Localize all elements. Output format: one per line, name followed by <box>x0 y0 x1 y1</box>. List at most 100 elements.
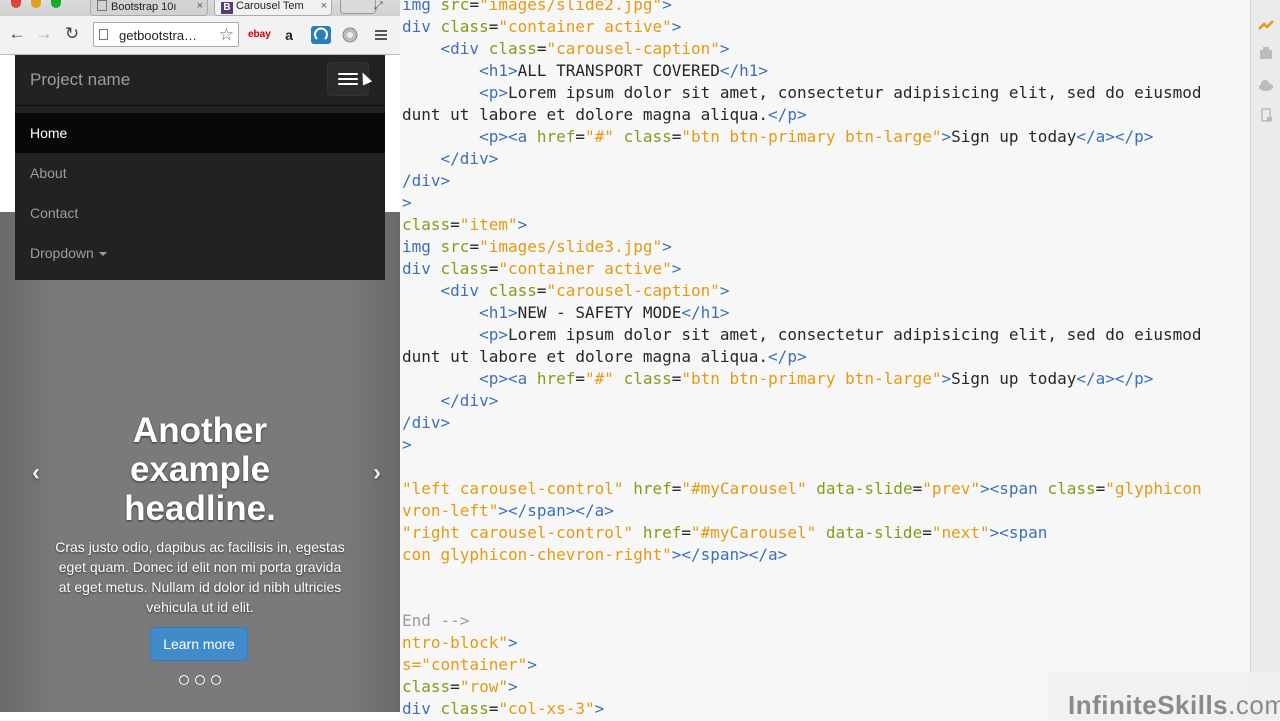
code-line[interactable]: div class="container active"> <box>402 258 1202 280</box>
fullscreen-icon[interactable]: ⤢ <box>374 0 383 13</box>
back-arrow-icon[interactable]: ← <box>5 22 29 46</box>
code-line[interactable]: <p>Lorem ipsum dolor sit amet, consectet… <box>402 324 1202 346</box>
code-line[interactable]: vron-left"></span></a> <box>402 500 1202 522</box>
code-line[interactable]: </div> <box>402 148 1202 170</box>
nav-item-home[interactable]: Home <box>15 113 385 153</box>
code-line[interactable]: con glyphicon-chevron-right"></span></a> <box>402 544 1202 566</box>
forward-arrow-icon[interactable]: → <box>32 22 56 46</box>
code-token: src <box>440 237 470 256</box>
carousel-indicator-dot[interactable] <box>195 675 205 685</box>
code-line[interactable]: /div> <box>402 170 1202 192</box>
code-line[interactable]: <div class="carousel-caption"> <box>402 38 1202 60</box>
code-token: "prev" <box>922 479 981 498</box>
code-line[interactable]: img src="images/slide3.jpg"> <box>402 236 1202 258</box>
code-line[interactable] <box>402 566 1202 588</box>
code-token: "#" <box>585 127 614 146</box>
code-token: class <box>402 677 451 696</box>
extension-icon[interactable] <box>311 26 331 44</box>
code-line[interactable]: > <box>402 192 1202 214</box>
code-line[interactable]: End --> <box>402 610 1202 632</box>
file-icon[interactable] <box>1258 108 1274 122</box>
carousel-indicator-dot[interactable] <box>179 675 189 685</box>
nav-item-contact[interactable]: Contact <box>15 193 385 233</box>
close-window-button[interactable] <box>11 0 21 8</box>
bootstrap-logo-icon: B <box>221 2 233 14</box>
bookmark-star-icon[interactable]: ☆ <box>219 25 234 45</box>
menu-icon[interactable] <box>372 26 390 44</box>
code-line[interactable]: <div class="carousel-caption"> <box>402 280 1202 302</box>
code-token: "#" <box>585 369 614 388</box>
code-line[interactable]: ntro-block"> <box>402 632 1202 654</box>
carousel-indicator-dot[interactable] <box>211 675 221 685</box>
code-token: href <box>536 369 576 388</box>
tab-bootstrap[interactable]: Bootstrap 10ı × <box>90 0 208 16</box>
zoom-window-button[interactable] <box>51 0 61 8</box>
extension-manager-icon[interactable] <box>1258 46 1274 60</box>
nav-item-dropdown[interactable]: Dropdown <box>15 233 385 273</box>
code-editor[interactable]: img src="images/slide2.jpg"> div class="c… <box>400 0 1250 720</box>
code-line[interactable]: <p><a href="#" class="btn btn-primary bt… <box>402 126 1202 148</box>
carousel-next-icon[interactable]: › <box>373 459 381 487</box>
ebay-extension-icon[interactable]: ebay <box>248 26 271 44</box>
code-line[interactable] <box>402 588 1202 610</box>
address-bar[interactable]: getbootstra… ☆ <box>93 22 239 47</box>
code-line[interactable]: /div> <box>402 412 1202 434</box>
cloud-icon[interactable] <box>1258 78 1274 92</box>
code-token: = <box>922 523 932 542</box>
nav-item-about[interactable]: About <box>15 153 385 193</box>
code-token: > <box>662 0 672 14</box>
code-line[interactable]: class="item"> <box>402 214 1202 236</box>
code-line[interactable]: dunt ut labore et dolore magna aliqua.</… <box>402 104 1202 126</box>
code-line[interactable]: "left carousel-control" href="#myCarouse… <box>402 478 1202 500</box>
page-viewport: Project name Home About Contact Dropdown… <box>0 55 400 720</box>
code-token: "container active" <box>498 17 672 36</box>
carousel-lead-text: Cras justo odio, dapibus ac facilisis in… <box>55 539 345 615</box>
code-line[interactable]: <p>Lorem ipsum dolor sit amet, consectet… <box>402 82 1202 104</box>
page-icon <box>97 0 107 11</box>
tab-carousel[interactable]: B Carousel Tem × <box>214 0 332 16</box>
code-token: "row" <box>459 677 508 696</box>
tab-label: Carousel Tem <box>236 0 304 12</box>
reload-icon[interactable]: ↻ <box>60 22 84 46</box>
code-token: <h1> <box>479 303 518 322</box>
code-line[interactable]: > <box>402 434 1202 456</box>
code-line[interactable]: <h1>ALL TRANSPORT COVERED</h1> <box>402 60 1202 82</box>
minimize-window-button[interactable] <box>31 0 41 8</box>
close-tab-icon[interactable]: × <box>197 0 203 13</box>
code-token: </h1> <box>681 303 730 322</box>
code-token: = <box>575 369 586 388</box>
code-token: > <box>507 677 518 696</box>
code-token: div <box>402 17 441 36</box>
code-line[interactable]: <p><a href="#" class="btn btn-primary bt… <box>402 368 1202 390</box>
code-line[interactable]: "right carousel-control" href="#myCarous… <box>402 522 1202 544</box>
code-token: Lorem ipsum dolor sit amet, consectetur … <box>507 325 1202 344</box>
amazon-extension-icon[interactable]: a <box>280 26 298 44</box>
learn-more-button[interactable]: Learn more <box>150 627 248 661</box>
globe-extension-icon[interactable] <box>341 26 359 44</box>
code-token: </a></p> <box>1076 369 1154 388</box>
nav-item-label: Dropdown <box>30 245 94 261</box>
code-token: = <box>681 523 691 542</box>
code-line[interactable] <box>402 456 1202 478</box>
code-token: href <box>536 127 576 146</box>
code-token: href <box>633 523 682 542</box>
code-token: > <box>517 215 528 234</box>
close-tab-icon[interactable]: × <box>321 0 327 13</box>
code-line[interactable]: <h1>NEW - SAFETY MODE</h1> <box>402 302 1202 324</box>
code-line[interactable]: div class="container active"> <box>402 16 1202 38</box>
live-preview-icon[interactable] <box>1258 18 1274 32</box>
code-token: <h1> <box>479 61 518 80</box>
navbar-brand[interactable]: Project name <box>30 70 130 90</box>
code-token: dunt ut labore et dolore magna aliqua. <box>402 105 769 124</box>
carousel-prev-icon[interactable]: ‹ <box>32 459 40 487</box>
code-token: </div> <box>440 149 499 168</box>
code-line[interactable]: </div> <box>402 390 1202 412</box>
new-tab-button[interactable] <box>340 0 376 14</box>
code-line[interactable]: dunt ut labore et dolore magna aliqua.</… <box>402 346 1202 368</box>
code-line[interactable]: img src="images/slide2.jpg"> <box>402 0 1202 16</box>
code-content[interactable]: img src="images/slide2.jpg"> div class="c… <box>402 0 1202 720</box>
